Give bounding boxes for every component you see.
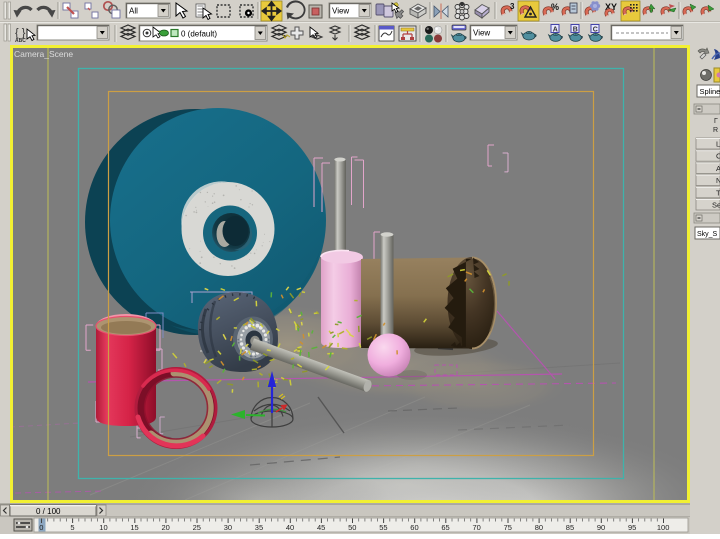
svg-text:Γ: Γ [714, 118, 718, 125]
svg-text:90: 90 [597, 523, 605, 532]
svg-text:N: N [716, 176, 720, 185]
svg-text:%: % [551, 2, 559, 12]
svg-text:65: 65 [441, 523, 449, 532]
svg-text:35: 35 [255, 523, 263, 532]
svg-text:View: View [332, 7, 349, 16]
svg-text:50: 50 [348, 523, 356, 532]
svg-text:C: C [716, 152, 720, 161]
svg-text:70: 70 [473, 523, 481, 532]
svg-text:0 / 100: 0 / 100 [36, 507, 61, 516]
svg-text:60: 60 [410, 523, 418, 532]
svg-text:T: T [716, 188, 720, 197]
svg-text:55: 55 [379, 523, 387, 532]
svg-text:10: 10 [99, 523, 107, 532]
svg-text:100: 100 [657, 523, 670, 532]
svg-text:Sky_S: Sky_S [697, 231, 718, 238]
svg-text:C: C [593, 27, 598, 34]
svg-text:B: B [573, 27, 578, 34]
svg-text:z: z [275, 379, 278, 385]
svg-text:20: 20 [162, 523, 170, 532]
svg-text:0 (default): 0 (default) [181, 30, 217, 39]
svg-text:40: 40 [286, 523, 294, 532]
svg-text:30: 30 [224, 523, 232, 532]
svg-text:L: L [716, 140, 720, 149]
svg-text:5: 5 [70, 523, 74, 532]
svg-text:15: 15 [130, 523, 138, 532]
svg-text:45: 45 [317, 523, 325, 532]
svg-text:A: A [716, 164, 720, 173]
svg-text:All: All [129, 7, 138, 16]
svg-text:0: 0 [39, 523, 43, 532]
svg-text:3: 3 [510, 2, 515, 11]
svg-text:95: 95 [628, 523, 636, 532]
svg-text:Se: Se [712, 201, 720, 210]
svg-text:25: 25 [193, 523, 201, 532]
svg-text:View: View [473, 29, 490, 38]
svg-text:Spline: Spline [700, 87, 720, 96]
svg-text:Camera_Scene: Camera_Scene [14, 49, 73, 59]
svg-text:ABC: ABC [15, 38, 26, 44]
svg-text:R: R [713, 127, 718, 134]
svg-text:80: 80 [535, 523, 543, 532]
svg-text:A: A [553, 27, 558, 34]
svg-text:75: 75 [504, 523, 512, 532]
svg-text:85: 85 [566, 523, 574, 532]
